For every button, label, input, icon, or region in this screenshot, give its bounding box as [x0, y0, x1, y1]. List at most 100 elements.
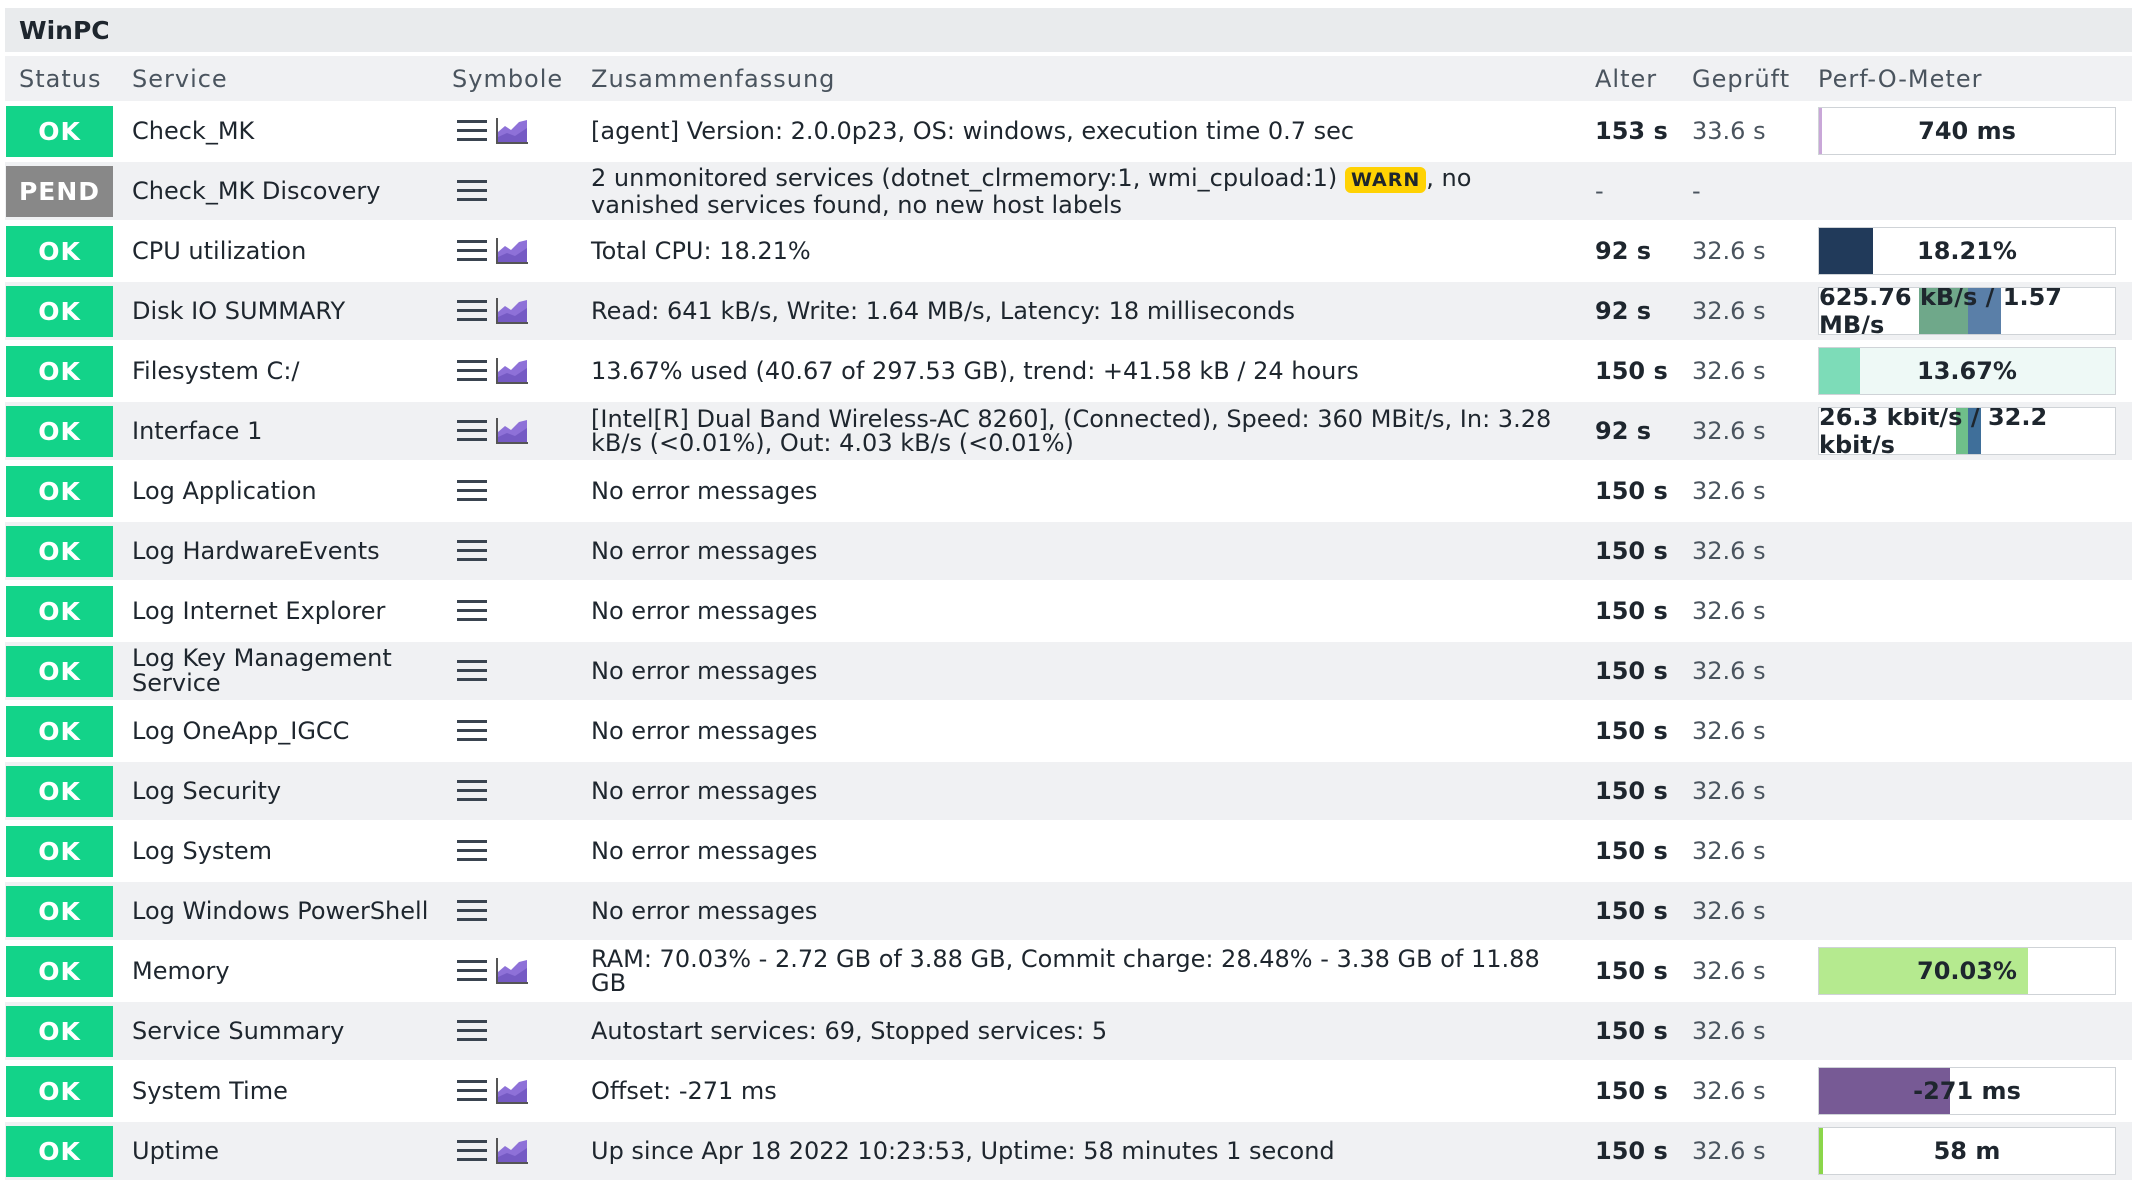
menu-icon[interactable]: [455, 1016, 489, 1046]
menu-icon[interactable]: [455, 176, 489, 206]
graph-icon[interactable]: [495, 236, 529, 266]
table-row: OK Check_MK [agent] Version: 2.0.0p23, OS:…: [5, 102, 2132, 160]
table-row: OK Interface 1 [Intel[R] Dual Band Wireles…: [5, 402, 2132, 460]
table-row: OK Disk IO SUMMARY Read: 641 kB/s, Write: …: [5, 282, 2132, 340]
menu-icon[interactable]: [455, 1076, 489, 1106]
summary-cell: [agent] Version: 2.0.0p23, OS: windows, …: [591, 102, 1571, 160]
service-name-link[interactable]: Interface 1: [132, 402, 442, 460]
perf-o-meter[interactable]: 26.3 kbit/s / 32.2 kbit/s: [1818, 407, 2116, 455]
status-badge: OK: [6, 226, 113, 277]
checked-value: 32.6 s: [1692, 837, 1766, 865]
checked-value: 32.6 s: [1692, 477, 1766, 505]
table-row: OK Memory RAM: 70.03% - 2.72 GB of 3.88 GB…: [5, 942, 2132, 1000]
graph-icon[interactable]: [495, 1076, 529, 1106]
age-value: 92 s: [1595, 417, 1652, 445]
summary-text: Autostart services: 69, Stopped services…: [591, 1017, 1108, 1045]
service-name-link[interactable]: Uptime: [132, 1122, 442, 1180]
age-value: 150 s: [1595, 837, 1668, 865]
menu-icon[interactable]: [455, 716, 489, 746]
service-name-link[interactable]: Log System: [132, 822, 442, 880]
status-badge: OK: [6, 1066, 113, 1117]
table-row: OK CPU utilization Total CPU: 18.21% 92 s 32…: [5, 222, 2132, 280]
table-row: OK System Time Offset: -271 ms 150 s 32.6 s -…: [5, 1062, 2132, 1120]
service-name-link[interactable]: Log Application: [132, 462, 442, 520]
summary-text: No error messages: [591, 597, 818, 625]
status-badge: OK: [6, 346, 113, 397]
col-service[interactable]: Service: [132, 65, 228, 93]
graph-icon[interactable]: [495, 956, 529, 986]
summary-cell: No error messages: [591, 522, 1571, 580]
checked-value: 32.6 s: [1692, 237, 1766, 265]
graph-icon[interactable]: [495, 416, 529, 446]
menu-icon[interactable]: [455, 956, 489, 986]
symbol-icons: [455, 656, 535, 688]
col-perf[interactable]: Perf-O-Meter: [1818, 65, 1982, 93]
menu-icon[interactable]: [455, 116, 489, 146]
summary-text: Total CPU: 18.21%: [591, 237, 811, 265]
perf-o-meter[interactable]: -271 ms: [1818, 1067, 2116, 1115]
col-checked[interactable]: Geprüft: [1692, 65, 1790, 93]
col-summary[interactable]: Zusammenfassung: [591, 65, 835, 93]
menu-icon[interactable]: [455, 476, 489, 506]
summary-cell: No error messages: [591, 762, 1571, 820]
perf-o-meter[interactable]: 58 m: [1818, 1127, 2116, 1175]
menu-icon[interactable]: [455, 836, 489, 866]
service-name-link[interactable]: Service Summary: [132, 1002, 442, 1060]
age-value: 150 s: [1595, 717, 1668, 745]
symbol-icons: [455, 356, 535, 388]
summary-cell: Autostart services: 69, Stopped services…: [591, 1002, 1571, 1060]
table-row: OK Log Application No error messages 150 s 3…: [5, 462, 2132, 520]
host-header[interactable]: WinPC: [5, 8, 2132, 52]
graph-icon[interactable]: [495, 296, 529, 326]
service-name-link[interactable]: Filesystem C:/: [132, 342, 442, 400]
menu-icon[interactable]: [455, 416, 489, 446]
summary-cell: No error messages: [591, 882, 1571, 940]
summary-text: No error messages: [591, 657, 818, 685]
service-name-link[interactable]: System Time: [132, 1062, 442, 1120]
summary-text: 2 unmonitored services (dotnet_clrmemory…: [591, 163, 1338, 192]
service-name-link[interactable]: Log Security: [132, 762, 442, 820]
service-name-link[interactable]: Log Internet Explorer: [132, 582, 442, 640]
symbol-icons: [455, 176, 535, 208]
summary-text: No error messages: [591, 717, 818, 745]
menu-icon[interactable]: [455, 656, 489, 686]
status-badge: OK: [6, 646, 113, 697]
col-status[interactable]: Status: [19, 65, 101, 93]
summary-cell: No error messages: [591, 582, 1571, 640]
service-name-link[interactable]: Memory: [132, 942, 442, 1000]
perf-o-meter[interactable]: 18.21%: [1818, 227, 2116, 275]
service-name-link[interactable]: Check_MK: [132, 102, 442, 160]
service-name-link[interactable]: Disk IO SUMMARY: [132, 282, 442, 340]
host-name[interactable]: WinPC: [19, 16, 110, 45]
age-value: 92 s: [1595, 297, 1652, 325]
perf-o-meter[interactable]: 13.67%: [1818, 347, 2116, 395]
graph-icon[interactable]: [495, 1136, 529, 1166]
col-symbols: Symbole: [452, 65, 564, 93]
age-value: 150 s: [1595, 1017, 1668, 1045]
summary-cell: 13.67% used (40.67 of 297.53 GB), trend:…: [591, 342, 1571, 400]
service-name-link[interactable]: Log Windows PowerShell: [132, 882, 442, 940]
menu-icon[interactable]: [455, 1136, 489, 1166]
perf-o-meter[interactable]: 70.03%: [1818, 947, 2116, 995]
menu-icon[interactable]: [455, 896, 489, 926]
service-name-link[interactable]: Log HardwareEvents: [132, 522, 442, 580]
service-name-link[interactable]: CPU utilization: [132, 222, 442, 280]
menu-icon[interactable]: [455, 596, 489, 626]
age-value: 150 s: [1595, 897, 1668, 925]
menu-icon[interactable]: [455, 296, 489, 326]
service-name-link[interactable]: Log Key Management Service: [132, 642, 442, 700]
perf-o-meter[interactable]: 740 ms: [1818, 107, 2116, 155]
warn-badge: WARN: [1344, 166, 1427, 193]
menu-icon[interactable]: [455, 536, 489, 566]
service-name-link[interactable]: Log OneApp_IGCC: [132, 702, 442, 760]
graph-icon[interactable]: [495, 116, 529, 146]
service-name-link[interactable]: Check_MK Discovery: [132, 162, 442, 220]
perf-o-meter[interactable]: 625.76 kB/s / 1.57 MB/s: [1818, 287, 2116, 335]
menu-icon[interactable]: [455, 236, 489, 266]
age-value: 92 s: [1595, 237, 1652, 265]
menu-icon[interactable]: [455, 356, 489, 386]
menu-icon[interactable]: [455, 776, 489, 806]
graph-icon[interactable]: [495, 356, 529, 386]
checked-value: -: [1692, 177, 1701, 205]
col-age[interactable]: Alter: [1595, 65, 1657, 93]
